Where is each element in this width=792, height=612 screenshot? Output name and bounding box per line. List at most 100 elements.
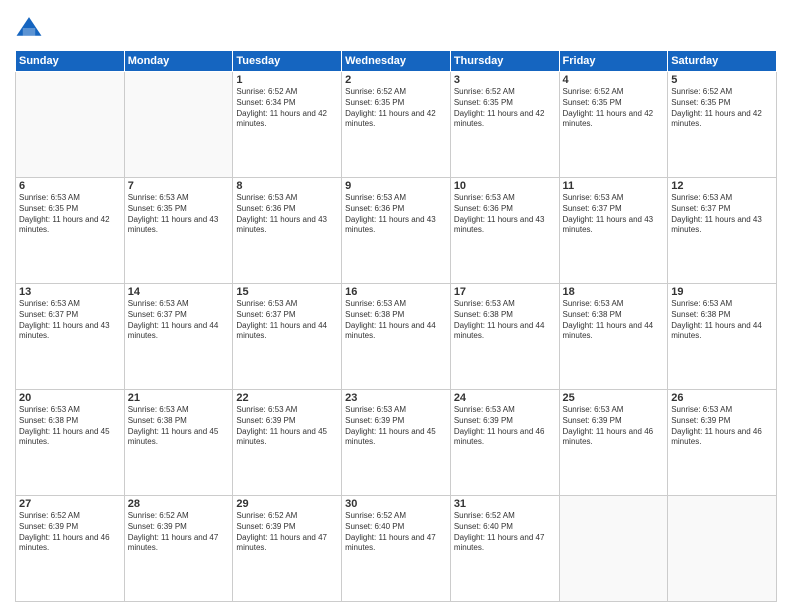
day-number: 30 <box>345 498 447 510</box>
table-row: 17Sunrise: 6:53 AMSunset: 6:38 PMDayligh… <box>450 284 559 390</box>
day-number: 15 <box>236 286 338 298</box>
day-number: 6 <box>19 180 121 192</box>
table-row <box>559 496 668 602</box>
day-detail: Sunrise: 6:52 AMSunset: 6:34 PMDaylight:… <box>236 87 338 130</box>
day-number: 17 <box>454 286 556 298</box>
table-row: 20Sunrise: 6:53 AMSunset: 6:38 PMDayligh… <box>16 390 125 496</box>
day-detail: Sunrise: 6:52 AMSunset: 6:39 PMDaylight:… <box>128 511 230 554</box>
day-number: 31 <box>454 498 556 510</box>
col-saturday: Saturday <box>668 51 777 72</box>
table-row: 9Sunrise: 6:53 AMSunset: 6:36 PMDaylight… <box>342 178 451 284</box>
day-detail: Sunrise: 6:52 AMSunset: 6:35 PMDaylight:… <box>345 87 447 130</box>
day-detail: Sunrise: 6:52 AMSunset: 6:35 PMDaylight:… <box>671 87 773 130</box>
table-row: 14Sunrise: 6:53 AMSunset: 6:37 PMDayligh… <box>124 284 233 390</box>
day-number: 9 <box>345 180 447 192</box>
col-sunday: Sunday <box>16 51 125 72</box>
day-number: 3 <box>454 74 556 86</box>
day-number: 5 <box>671 74 773 86</box>
col-monday: Monday <box>124 51 233 72</box>
day-number: 19 <box>671 286 773 298</box>
table-row <box>124 72 233 178</box>
day-number: 29 <box>236 498 338 510</box>
day-detail: Sunrise: 6:53 AMSunset: 6:39 PMDaylight:… <box>345 405 447 448</box>
day-detail: Sunrise: 6:53 AMSunset: 6:36 PMDaylight:… <box>454 193 556 236</box>
day-number: 8 <box>236 180 338 192</box>
col-friday: Friday <box>559 51 668 72</box>
table-row: 8Sunrise: 6:53 AMSunset: 6:36 PMDaylight… <box>233 178 342 284</box>
calendar-week-row: 27Sunrise: 6:52 AMSunset: 6:39 PMDayligh… <box>16 496 777 602</box>
table-row: 22Sunrise: 6:53 AMSunset: 6:39 PMDayligh… <box>233 390 342 496</box>
calendar-week-row: 20 Sunrise: 6:53 AMSunset: 6:38 PMDayligh… <box>16 390 777 496</box>
day-detail: Sunrise: 6:53 AMSunset: 6:37 PMDaylight:… <box>19 299 121 342</box>
day-detail: Sunrise: 6:53 AMSunset: 6:37 PMDaylight:… <box>128 299 230 342</box>
day-number: 10 <box>454 180 556 192</box>
day-number: 12 <box>671 180 773 192</box>
day-detail: Sunrise: 6:53 AMSunset: 6:37 PMDaylight:… <box>236 299 338 342</box>
table-row: 29Sunrise: 6:52 AMSunset: 6:39 PMDayligh… <box>233 496 342 602</box>
table-row: 16Sunrise: 6:53 AMSunset: 6:38 PMDayligh… <box>342 284 451 390</box>
day-detail: Sunrise: 6:52 AMSunset: 6:35 PMDaylight:… <box>454 87 556 130</box>
day-number: 11 <box>563 180 665 192</box>
day-detail: Sunrise: 6:53 AMSunset: 6:35 PMDaylight:… <box>128 193 230 236</box>
table-row: 10Sunrise: 6:53 AMSunset: 6:36 PMDayligh… <box>450 178 559 284</box>
table-row: 4Sunrise: 6:52 AMSunset: 6:35 PMDaylight… <box>559 72 668 178</box>
table-row <box>668 496 777 602</box>
col-tuesday: Tuesday <box>233 51 342 72</box>
table-row: 15Sunrise: 6:53 AMSunset: 6:37 PMDayligh… <box>233 284 342 390</box>
day-number: 18 <box>563 286 665 298</box>
day-number: 20 <box>19 392 121 404</box>
calendar-header-row: Sunday Monday Tuesday Wednesday Thursday… <box>16 51 777 72</box>
day-number: 7 <box>128 180 230 192</box>
table-row: 24Sunrise: 6:53 AMSunset: 6:39 PMDayligh… <box>450 390 559 496</box>
col-wednesday: Wednesday <box>342 51 451 72</box>
day-detail: Sunrise: 6:53 AMSunset: 6:36 PMDaylight:… <box>236 193 338 236</box>
day-number: 21 <box>128 392 230 404</box>
day-number: 14 <box>128 286 230 298</box>
day-number: 24 <box>454 392 556 404</box>
table-row: 19Sunrise: 6:53 AMSunset: 6:38 PMDayligh… <box>668 284 777 390</box>
day-detail: Sunrise: 6:53 AMSunset: 6:38 PMDaylight:… <box>563 299 665 342</box>
day-number: 23 <box>345 392 447 404</box>
table-row: 5Sunrise: 6:52 AMSunset: 6:35 PMDaylight… <box>668 72 777 178</box>
day-detail: Sunrise: 6:53 AMSunset: 6:38 PMDaylight:… <box>128 405 230 448</box>
day-detail: Sunrise: 6:53 AMSunset: 6:39 PMDaylight:… <box>454 405 556 448</box>
day-number: 25 <box>563 392 665 404</box>
day-detail: Sunrise: 6:53 AMSunset: 6:39 PMDaylight:… <box>563 405 665 448</box>
table-row: 31Sunrise: 6:52 AMSunset: 6:40 PMDayligh… <box>450 496 559 602</box>
table-row: 26Sunrise: 6:53 AMSunset: 6:39 PMDayligh… <box>668 390 777 496</box>
table-row: 1Sunrise: 6:52 AMSunset: 6:34 PMDaylight… <box>233 72 342 178</box>
day-detail: Sunrise: 6:53 AMSunset: 6:39 PMDaylight:… <box>236 405 338 448</box>
day-detail: Sunrise: 6:53 AMSunset: 6:39 PMDaylight:… <box>671 405 773 448</box>
day-number: 4 <box>563 74 665 86</box>
day-detail: Sunrise: 6:53 AMSunset: 6:38 PMDaylight:… <box>345 299 447 342</box>
calendar-week-row: 13Sunrise: 6:53 AMSunset: 6:37 PMDayligh… <box>16 284 777 390</box>
calendar-week-row: 6Sunrise: 6:53 AMSunset: 6:35 PMDaylight… <box>16 178 777 284</box>
table-row: 28Sunrise: 6:52 AMSunset: 6:39 PMDayligh… <box>124 496 233 602</box>
table-row: 3Sunrise: 6:52 AMSunset: 6:35 PMDaylight… <box>450 72 559 178</box>
col-thursday: Thursday <box>450 51 559 72</box>
table-row: 27Sunrise: 6:52 AMSunset: 6:39 PMDayligh… <box>16 496 125 602</box>
day-number: 16 <box>345 286 447 298</box>
day-detail: Sunrise: 6:52 AMSunset: 6:40 PMDaylight:… <box>345 511 447 554</box>
day-detail: Sunrise: 6:53 AMSunset: 6:38 PMDaylight:… <box>671 299 773 342</box>
day-number: 26 <box>671 392 773 404</box>
table-row: 12Sunrise: 6:53 AMSunset: 6:37 PMDayligh… <box>668 178 777 284</box>
day-number: 1 <box>236 74 338 86</box>
day-number: 22 <box>236 392 338 404</box>
day-detail: Sunrise: 6:52 AMSunset: 6:39 PMDaylight:… <box>19 511 121 554</box>
calendar-week-row: 1Sunrise: 6:52 AMSunset: 6:34 PMDaylight… <box>16 72 777 178</box>
day-detail: Sunrise: 6:53 AMSunset: 6:35 PMDaylight:… <box>19 193 121 236</box>
day-detail: Sunrise: 6:52 AMSunset: 6:39 PMDaylight:… <box>236 511 338 554</box>
table-row: 25Sunrise: 6:53 AMSunset: 6:39 PMDayligh… <box>559 390 668 496</box>
day-detail: Sunrise: 6:53 AMSunset: 6:37 PMDaylight:… <box>563 193 665 236</box>
logo <box>15 14 47 42</box>
table-row: 21Sunrise: 6:53 AMSunset: 6:38 PMDayligh… <box>124 390 233 496</box>
table-row: 2Sunrise: 6:52 AMSunset: 6:35 PMDaylight… <box>342 72 451 178</box>
day-detail: Sunrise: 6:52 AMSunset: 6:40 PMDaylight:… <box>454 511 556 554</box>
calendar-table: Sunday Monday Tuesday Wednesday Thursday… <box>15 50 777 602</box>
day-detail: Sunrise: 6:53 AMSunset: 6:36 PMDaylight:… <box>345 193 447 236</box>
table-row: 7Sunrise: 6:53 AMSunset: 6:35 PMDaylight… <box>124 178 233 284</box>
table-row: 30Sunrise: 6:52 AMSunset: 6:40 PMDayligh… <box>342 496 451 602</box>
header <box>15 10 777 42</box>
day-number: 27 <box>19 498 121 510</box>
